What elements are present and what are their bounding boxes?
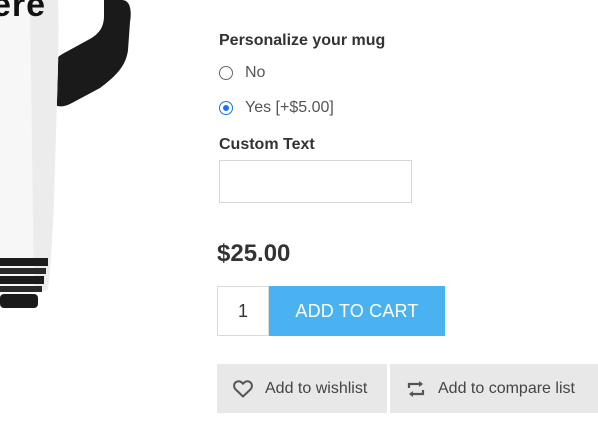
- add-to-cart-button[interactable]: ADD TO CART: [269, 286, 445, 336]
- personalize-option-no[interactable]: No: [219, 62, 265, 84]
- wishlist-label: Add to wishlist: [265, 379, 368, 397]
- product-price: $25.00: [217, 240, 291, 267]
- personalize-label: Personalize your mug: [219, 32, 386, 49]
- add-to-wishlist-button[interactable]: Add to wishlist: [217, 364, 387, 413]
- quantity-input[interactable]: [217, 286, 269, 336]
- custom-text-input[interactable]: [219, 160, 412, 203]
- personalize-option-yes[interactable]: Yes [+$5.00]: [219, 97, 334, 119]
- mug-illustration: [0, 0, 131, 308]
- heart-icon: [233, 379, 253, 398]
- add-to-compare-button[interactable]: Add to compare list: [390, 364, 598, 413]
- product-image: ere: [0, 0, 200, 440]
- option-no-label: No: [245, 64, 266, 81]
- custom-text-label: Custom Text: [219, 136, 315, 153]
- radio-no[interactable]: [219, 66, 233, 80]
- option-yes-label: Yes [+$5.00]: [245, 99, 334, 116]
- compare-arrows-icon: [406, 380, 426, 398]
- mug-print-text: ere: [0, 0, 47, 24]
- compare-label: Add to compare list: [438, 379, 575, 397]
- radio-yes[interactable]: [219, 101, 233, 115]
